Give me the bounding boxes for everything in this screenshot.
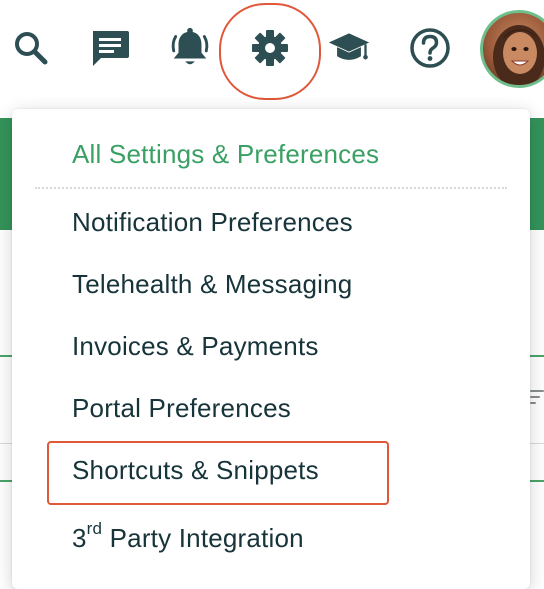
top-toolbar — [0, 0, 544, 100]
filter-icon[interactable] — [530, 388, 544, 408]
menu-item-notification-preferences[interactable]: Notification Preferences — [72, 207, 353, 238]
ordinal-suffix: rd — [86, 519, 103, 539]
menu-item-shortcuts-snippets[interactable]: Shortcuts & Snippets — [72, 455, 319, 486]
bell-icon[interactable] — [168, 22, 212, 74]
search-icon[interactable] — [9, 22, 53, 74]
menu-item-invoices-payments[interactable]: Invoices & Payments — [72, 331, 319, 362]
menu-item-third-party-integration[interactable]: 3rd Party Integration — [72, 520, 304, 554]
settings-dropdown: All Settings & Preferences Notification … — [12, 109, 530, 589]
ordinal-number: 3 — [72, 523, 87, 553]
menu-item-label: Party Integration — [102, 523, 304, 553]
chat-icon[interactable] — [88, 22, 132, 74]
menu-divider — [35, 187, 507, 189]
avatar[interactable] — [480, 10, 544, 88]
gear-icon[interactable] — [248, 22, 292, 74]
all-settings-link[interactable]: All Settings & Preferences — [72, 139, 379, 170]
menu-item-portal-preferences[interactable]: Portal Preferences — [72, 393, 291, 424]
graduation-cap-icon[interactable] — [327, 22, 371, 74]
help-icon[interactable] — [408, 22, 452, 74]
menu-item-telehealth-messaging[interactable]: Telehealth & Messaging — [72, 269, 352, 300]
